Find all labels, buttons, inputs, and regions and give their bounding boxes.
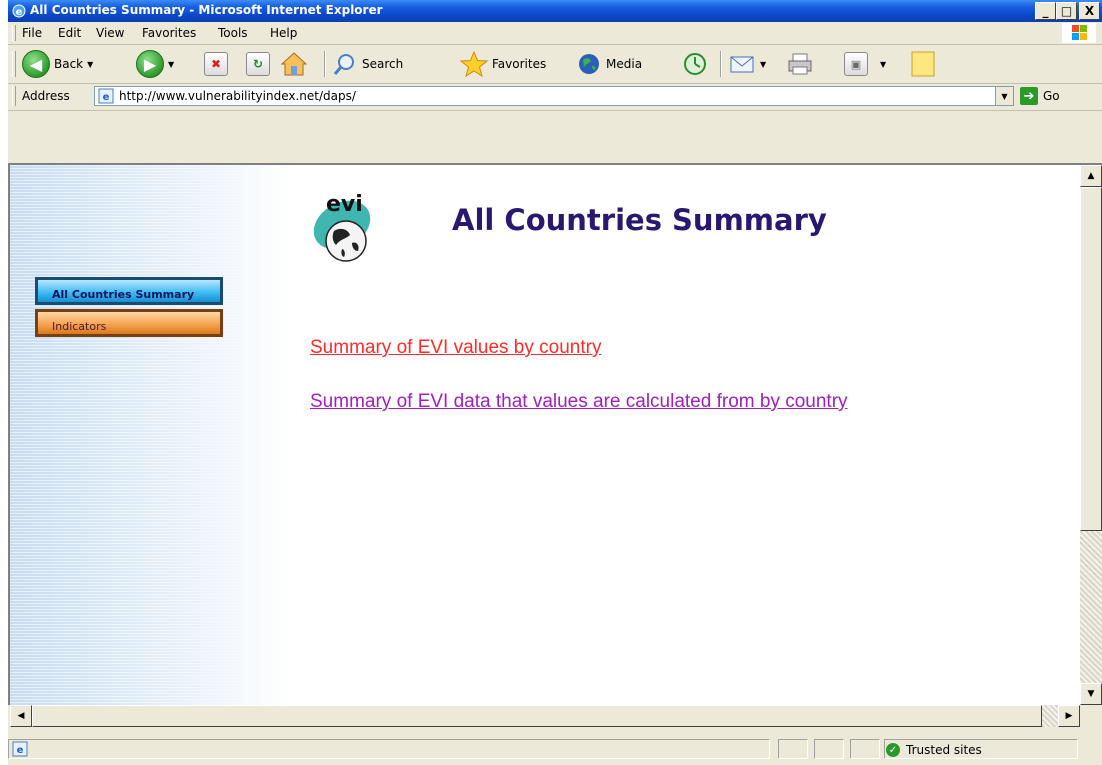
- media-button[interactable]: Media: [576, 49, 642, 79]
- browser-window: e All Countries Summary - Microsoft Inte…: [8, 0, 1102, 765]
- back-dropdown-icon[interactable]: ▼: [87, 60, 93, 69]
- history-icon: [684, 53, 706, 75]
- toolbar-grip: [12, 51, 16, 77]
- windows-logo-icon: [1062, 23, 1096, 43]
- edit-icon: ▣: [844, 52, 868, 76]
- status-bar: e ✓ Trusted sites: [8, 733, 1102, 765]
- trusted-sites-zone[interactable]: ✓ Trusted sites: [886, 743, 982, 757]
- horizontal-scrollbar[interactable]: ◀ ▶: [10, 705, 1080, 727]
- vertical-scrollbar[interactable]: ▲ ▼: [1080, 165, 1102, 705]
- menu-file[interactable]: File: [22, 26, 42, 40]
- menu-view[interactable]: View: [96, 26, 124, 40]
- svg-text:e: e: [16, 7, 23, 18]
- maximize-button[interactable]: □: [1056, 2, 1077, 20]
- toolbar-separator: [324, 51, 326, 77]
- trusted-check-icon: ✓: [886, 743, 900, 757]
- title-bar[interactable]: e All Countries Summary - Microsoft Inte…: [8, 0, 1102, 22]
- status-pane-1: [778, 739, 808, 759]
- mail-dropdown-icon[interactable]: ▼: [760, 60, 766, 69]
- scroll-left-icon[interactable]: ◀: [10, 705, 32, 727]
- mail-icon: [730, 56, 754, 73]
- menu-bar: File Edit View Favorites Tools Help: [8, 22, 1102, 45]
- close-button[interactable]: X: [1079, 2, 1100, 20]
- menu-help[interactable]: Help: [270, 26, 297, 40]
- favorites-button[interactable]: Favorites: [460, 49, 546, 79]
- address-grip: [12, 86, 16, 106]
- search-label: Search: [362, 57, 404, 71]
- print-button[interactable]: [786, 49, 814, 79]
- window-title: All Countries Summary - Microsoft Intern…: [30, 3, 383, 17]
- forward-arrow-icon: ▶: [136, 50, 164, 78]
- favorites-label: Favorites: [492, 57, 547, 71]
- address-dropdown-icon[interactable]: ▼: [995, 87, 1013, 105]
- stop-icon: ✖: [204, 52, 228, 76]
- svg-text:evi: evi: [326, 192, 363, 217]
- scroll-up-icon[interactable]: ▲: [1080, 165, 1102, 187]
- forward-button[interactable]: ▶ ▼: [136, 49, 174, 79]
- standard-toolbar: ◀ Back ▼ ▶ ▼ ✖ ↻ Search Favorites Media …: [8, 45, 1102, 84]
- address-url[interactable]: http://www.vulnerabilityindex.net/daps/: [119, 89, 356, 103]
- history-button[interactable]: [682, 49, 708, 79]
- menu-edit[interactable]: Edit: [58, 26, 81, 40]
- minimize-button[interactable]: _: [1035, 2, 1056, 20]
- menu-tools[interactable]: Tools: [218, 26, 248, 40]
- go-arrow-icon: ➔: [1020, 87, 1038, 105]
- toolbar-separator-2: [720, 51, 722, 77]
- horizontal-scroll-thumb[interactable]: [32, 705, 1042, 727]
- home-icon: [280, 52, 308, 76]
- status-pane-2: [814, 739, 844, 759]
- go-label: Go: [1043, 89, 1060, 103]
- menu-favorites[interactable]: Favorites: [142, 26, 196, 40]
- favorites-star-icon: [460, 51, 488, 77]
- address-input[interactable]: e http://www.vulnerabilityindex.net/daps…: [94, 86, 1014, 106]
- svg-text:e: e: [103, 92, 110, 103]
- media-globe-icon: [579, 54, 599, 74]
- scroll-corner: [1080, 705, 1102, 727]
- edit-dropdown-icon[interactable]: ▼: [880, 60, 886, 69]
- back-arrow-icon: ◀: [22, 50, 50, 78]
- nav-indicators[interactable]: Indicators: [35, 309, 223, 337]
- search-button[interactable]: Search: [332, 49, 403, 79]
- scroll-right-icon[interactable]: ▶: [1058, 705, 1080, 727]
- print-icon: [788, 53, 812, 75]
- zone-label: Trusted sites: [906, 743, 982, 757]
- link-evi-values-by-country[interactable]: Summary of EVI values by country: [310, 337, 601, 359]
- note-icon: [911, 51, 935, 77]
- address-bar: Address e http://www.vulnerabilityindex.…: [8, 83, 1102, 111]
- status-text-pane: [8, 739, 770, 759]
- forward-dropdown-icon[interactable]: ▼: [168, 60, 174, 69]
- status-pane-3: [850, 739, 880, 759]
- media-label: Media: [606, 57, 643, 71]
- nav-all-countries-summary[interactable]: All Countries Summary: [35, 277, 223, 305]
- home-button[interactable]: [280, 49, 308, 79]
- back-button[interactable]: ◀ Back ▼: [22, 49, 93, 79]
- page-ie-icon: e: [98, 88, 114, 104]
- menu-grip: [12, 25, 16, 41]
- evi-logo: evi: [306, 183, 386, 267]
- go-button[interactable]: ➔ Go: [1020, 87, 1060, 105]
- stop-button[interactable]: ✖: [204, 49, 228, 79]
- vertical-scroll-thumb[interactable]: [1080, 187, 1102, 531]
- link-evi-data-by-country[interactable]: Summary of EVI data that values are calc…: [310, 391, 848, 413]
- ie-app-icon[interactable]: e: [11, 3, 27, 19]
- edit-page-button[interactable]: ▣ ▼: [844, 49, 886, 79]
- scroll-down-icon[interactable]: ▼: [1080, 683, 1102, 705]
- address-label: Address: [22, 89, 70, 103]
- refresh-button[interactable]: ↻: [246, 49, 270, 79]
- mail-button[interactable]: ▼: [728, 49, 766, 79]
- messenger-button[interactable]: [910, 49, 936, 79]
- back-label: Back: [54, 57, 84, 71]
- refresh-icon: ↻: [246, 52, 270, 76]
- page-title: All Countries Summary: [452, 203, 827, 237]
- page-content: evi All Countries Summary All Countries …: [10, 165, 1080, 705]
- search-icon: [333, 54, 354, 75]
